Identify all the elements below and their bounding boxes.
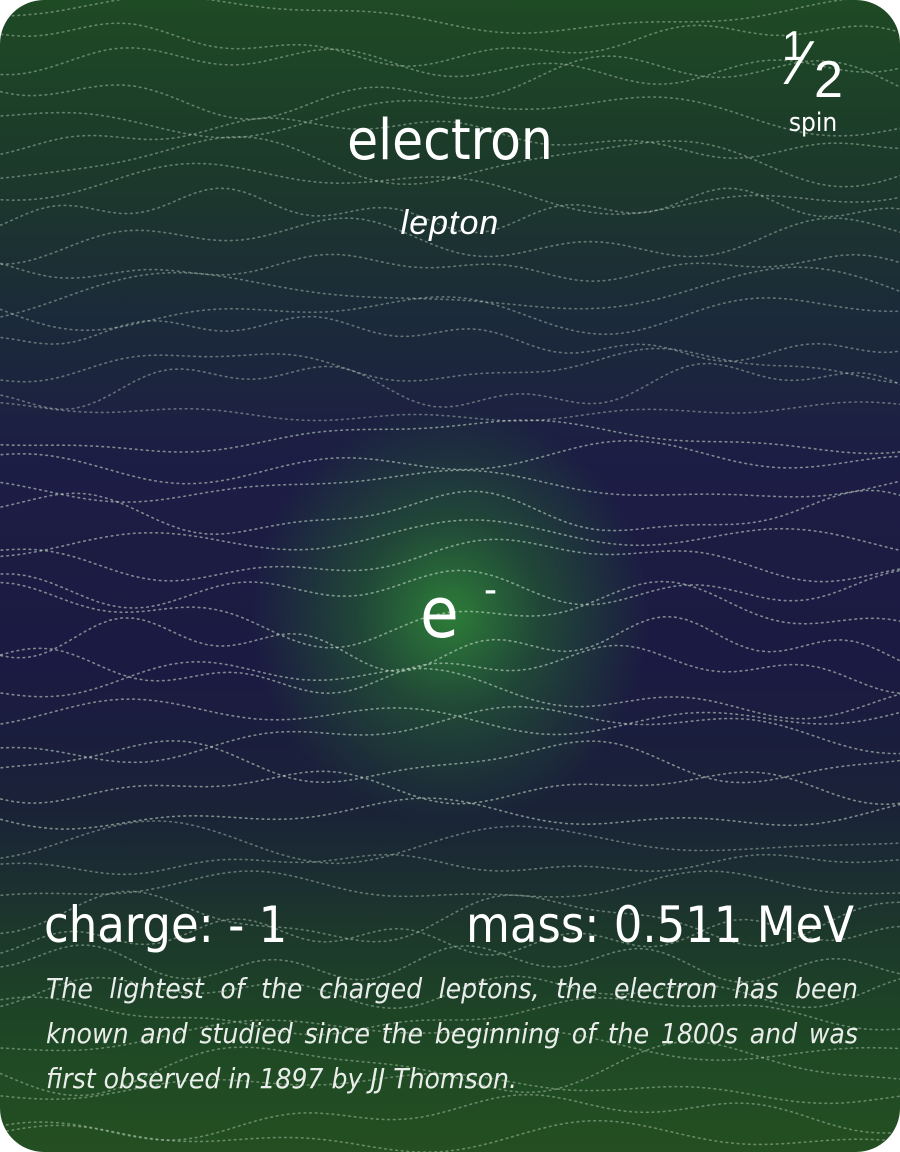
mass-value: mass: 0.511 MeV — [466, 896, 854, 954]
particle-symbol-letter: e — [420, 572, 459, 654]
wave-line — [0, 469, 900, 503]
spin-fraction-slash: ⁄ — [796, 29, 807, 98]
wave-line — [0, 489, 900, 536]
wave-line — [0, 439, 900, 485]
wave-line — [0, 295, 900, 336]
wave-line — [0, 266, 900, 318]
wave-line — [0, 347, 900, 384]
wave-line — [0, 22, 900, 68]
particle-category: lepton — [400, 204, 500, 242]
wave-line — [0, 0, 848, 35]
wave-line — [0, 362, 900, 411]
wave-line — [0, 870, 900, 898]
particle-name: electron — [347, 108, 553, 173]
wave-line — [0, 820, 900, 865]
charge-value: charge: - 1 — [44, 896, 288, 954]
wave-line — [0, 1093, 900, 1141]
particle-description: The lightest of the charged leptons, the… — [46, 972, 858, 1095]
wave-line — [0, 698, 900, 736]
spin-fraction: 1 ⁄ 2 — [778, 22, 848, 109]
particle-card: 1 ⁄ 2 spin electron lepton e - charge: -… — [0, 0, 900, 1152]
wave-line — [0, 1119, 900, 1152]
wave-line — [0, 47, 900, 86]
wave-line — [0, 315, 900, 363]
wave-line — [0, 401, 900, 422]
wave-line — [0, 853, 900, 876]
particle-symbol-charge-superscript: - — [484, 567, 497, 613]
wave-line — [0, 660, 900, 720]
wave-line — [0, 519, 900, 558]
particle-symbol: e - — [420, 570, 497, 648]
wave-line — [0, 797, 900, 830]
wave-line — [0, 419, 900, 455]
spin-denominator: 2 — [814, 51, 843, 109]
